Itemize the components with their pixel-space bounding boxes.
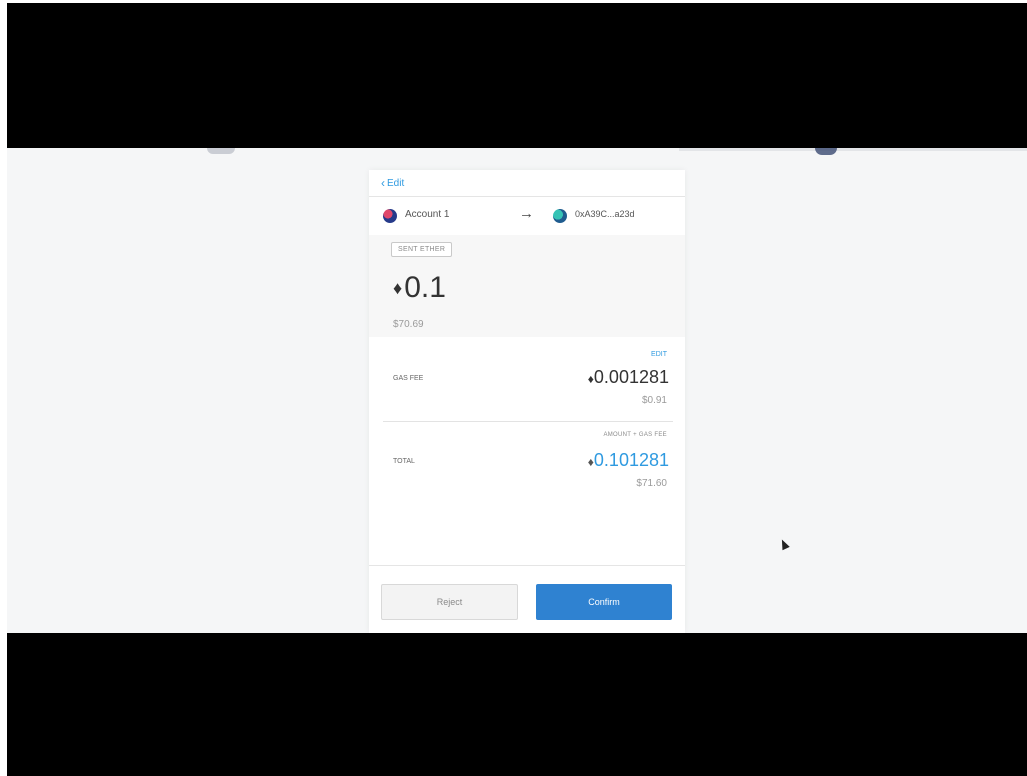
background-avatar <box>815 148 837 155</box>
from-account-avatar <box>383 209 397 223</box>
total-section: AMOUNT + GAS FEE TOTAL ♦0.101281 $71.60 <box>369 422 685 512</box>
sent-ether-badge: SENT ETHER <box>391 242 453 257</box>
gas-fee-section: EDIT GAS FEE ♦0.001281 $0.91 <box>369 337 685 421</box>
gas-fee-eth: ♦0.001281 <box>588 367 669 388</box>
video-frame: ‹ Edit Account 1 → 0xA39C...a23d SENT ET… <box>0 0 1027 776</box>
gas-fee-edit-link[interactable]: EDIT <box>651 351 667 358</box>
edit-label: Edit <box>387 177 405 189</box>
confirm-button[interactable]: Confirm <box>536 584 672 620</box>
gas-fee-usd: $0.91 <box>641 395 667 406</box>
eth-amount: ♦ 0.1 <box>393 271 446 305</box>
background-logo <box>207 148 235 154</box>
arrow-right-icon: → <box>519 205 534 222</box>
total-eth-value: 0.101281 <box>593 450 669 470</box>
total-subheading: AMOUNT + GAS FEE <box>603 432 667 438</box>
video-content: ‹ Edit Account 1 → 0xA39C...a23d SENT ET… <box>7 148 1027 633</box>
chevron-left-icon: ‹ <box>381 176 385 190</box>
total-eth: ♦0.101281 <box>588 450 669 471</box>
gas-fee-label: GAS FEE <box>393 375 424 382</box>
reject-button[interactable]: Reject <box>381 584 518 620</box>
gas-fee-eth-value: 0.001281 <box>593 367 669 387</box>
edit-link[interactable]: ‹ Edit <box>381 176 404 190</box>
from-account-name: Account 1 <box>405 209 450 220</box>
total-label: TOTAL <box>393 458 415 465</box>
confirm-transaction-popup: ‹ Edit Account 1 → 0xA39C...a23d SENT ET… <box>369 170 685 633</box>
letterbox-bottom <box>7 633 1027 776</box>
action-footer: Reject Confirm <box>369 565 685 633</box>
total-usd: $71.60 <box>636 478 667 489</box>
to-address: 0xA39C...a23d <box>575 209 635 219</box>
eth-amount-value: 0.1 <box>404 271 446 304</box>
amount-section: SENT ETHER ♦ 0.1 $70.69 <box>369 235 685 337</box>
usd-amount: $70.69 <box>393 319 424 330</box>
sender-recipient-row: Account 1 → 0xA39C...a23d <box>369 196 685 236</box>
to-address-avatar <box>553 209 567 223</box>
mouse-cursor-icon <box>778 537 790 551</box>
letterbox-top <box>7 3 1027 148</box>
background-band <box>679 148 1027 151</box>
ethereum-icon: ♦ <box>393 277 403 298</box>
